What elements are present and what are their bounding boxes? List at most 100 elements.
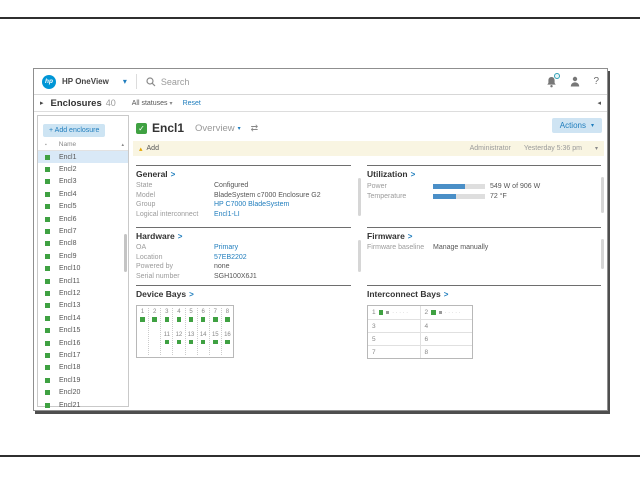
section-interconnect-bays-header[interactable]: Interconnect Bays> [367,285,601,299]
section-utilization-header[interactable]: Utilization> [367,165,601,179]
enclosure-name: Encl18 [59,364,80,371]
status-ok-icon [45,217,50,222]
field-value: none [214,263,230,270]
sidebar-item-encl2[interactable]: Encl2 [38,163,128,175]
interconnect-bay-7[interactable]: 7 [368,346,420,358]
sidebar-item-encl3[interactable]: Encl3 [38,176,128,188]
reset-link[interactable]: Reset [183,100,201,107]
enclosure-name: Encl13 [59,302,80,309]
chevron-down-icon[interactable]: ▾ [595,145,598,152]
device-bay-column[interactable]: 614 [197,308,209,355]
bay-number: 5 [189,308,192,316]
collapse-arrow-icon[interactable]: ◂ [597,99,601,107]
bay-number: 3 [372,323,376,330]
enclosure-name: Encl14 [59,315,80,322]
section-firmware-header[interactable]: Firmware> [367,227,601,241]
section-general-header[interactable]: General> [136,165,351,179]
interconnect-bay-2[interactable]: 2····· [420,306,473,319]
sidebar-item-encl1[interactable]: Encl1 [38,151,128,163]
status-ok-icon [165,340,170,345]
actions-button[interactable]: Actions ▾ [552,118,602,133]
device-bay-column[interactable]: 20 [148,308,160,355]
sidebar-item-encl6[interactable]: Encl6 [38,213,128,225]
bay-number: 4 [425,323,429,330]
bay-number: 3 [165,308,168,316]
sidebar-item-encl10[interactable]: Encl10 [38,263,128,275]
interconnect-bay-1[interactable]: 1····· [368,306,420,319]
interconnect-bay-6[interactable]: 6 [420,333,473,345]
interconnect-bay-8[interactable]: 8 [420,346,473,358]
utilization-bar [433,184,485,189]
sidebar-item-encl9[interactable]: Encl9 [38,250,128,262]
interconnect-bay-4[interactable]: 4 [420,320,473,332]
enclosure-name: Encl11 [59,278,80,285]
add-enclosure-button[interactable]: + Add enclosure [43,124,105,137]
search-input[interactable] [161,77,441,87]
view-selector[interactable]: Overview ▾ [195,123,241,134]
sidebar-item-encl15[interactable]: Encl15 [38,324,128,336]
sidebar-item-encl14[interactable]: Encl14 [38,312,128,324]
sidebar-scrollbar[interactable] [124,234,127,272]
section-link-arrow: > [171,170,176,179]
enclosure-list: Encl1Encl2 Encl3 Encl4Encl5Encl6Encl7 Encl8… [38,151,128,411]
view-label: Overview [195,123,235,134]
divider [136,74,137,89]
interconnect-bay-5[interactable]: 5 [368,333,420,345]
field-value-link[interactable]: 57EB2202 [214,254,247,261]
list-header[interactable]: ▪ Name ▴ [38,139,128,151]
section-device-bays-header[interactable]: Device Bays> [136,285,351,299]
field-value: Manage manually [433,244,488,251]
chevron-down-icon[interactable]: ▾ [123,77,127,86]
hp-logo-icon[interactable]: hp [42,75,56,89]
sidebar-item-encl12[interactable]: Encl12 [38,287,128,299]
hardware-fields: OAPrimaryLocation57EB2202Powered bynoneS… [136,244,351,280]
notifications-bell-icon[interactable] [546,76,557,88]
section-hardware-header[interactable]: Hardware> [136,227,351,241]
enclosure-name: Encl3 [59,178,77,185]
field-value-link[interactable]: Encl1-LI [214,211,240,218]
device-bay-column[interactable]: 513 [185,308,197,355]
sidebar-item-encl7[interactable]: Encl7 [38,225,128,237]
warning-icon: ▴ [139,145,143,153]
bay-number: 6 [202,308,205,316]
sidebar-item-encl18[interactable]: Encl18 [38,362,128,374]
sidebar-item-encl20[interactable]: Encl20 [38,386,128,398]
sidebar-item-encl5[interactable]: Encl5 [38,201,128,213]
interconnect-bay-row: 56 [368,332,472,345]
field-row: Location57EB2202 [136,254,351,261]
section-utilization: Utilization> Power549 W of 906 WTemperat… [367,165,601,227]
expand-arrow-icon[interactable]: ▸ [40,99,44,107]
enclosure-name: Encl8 [59,240,77,247]
map-view-icon[interactable]: ⇄ [251,123,259,134]
device-bay-column[interactable]: 816 [221,308,233,355]
status-ok-icon [45,279,50,284]
sidebar-item-encl17[interactable]: Encl17 [38,349,128,361]
top-icon-group: ? [546,76,599,88]
section-interconnect-bays: Interconnect Bays> 1·····2·····345678 [367,285,601,359]
bay-number: 4 [177,308,180,316]
status-ok-icon [189,340,194,345]
sidebar-item-encl19[interactable]: Encl19 [38,374,128,386]
section-link-arrow: > [444,290,449,299]
field-value-link[interactable]: Primary [214,244,238,251]
sidebar-item-encl13[interactable]: Encl13 [38,300,128,312]
field-value-link[interactable]: HP C7000 BladeSystem [214,201,289,208]
interconnect-bay-3[interactable]: 3 [368,320,420,332]
device-bay-column[interactable]: 715 [209,308,221,355]
sidebar-item-encl4[interactable]: Encl4 [38,188,128,200]
sidebar-item-encl21[interactable]: Encl21 [38,399,128,411]
sidebar-item-encl8[interactable]: Encl8 [38,238,128,250]
user-icon[interactable] [570,76,580,87]
field-row: ModelBladeSystem c7000 Enclosure G2 [136,192,351,199]
sidebar-item-encl16[interactable]: Encl16 [38,337,128,349]
device-bay-column[interactable]: 412 [172,308,184,355]
device-bay-column[interactable]: 311 [160,308,172,355]
sidebar-item-encl11[interactable]: Encl11 [38,275,128,287]
notification-bar[interactable]: ▴ Add Administrator Yesterday 5:36 pm ▾ [133,141,604,156]
section-hardware: Hardware> OAPrimaryLocation57EB2202Power… [136,227,351,285]
device-bay-column[interactable]: 10 [137,308,148,355]
help-icon[interactable]: ? [593,76,599,87]
status-ok-icon [45,241,50,246]
enclosure-name: Encl20 [59,389,80,396]
status-filter-dropdown[interactable]: All statuses ▾ [132,100,173,107]
